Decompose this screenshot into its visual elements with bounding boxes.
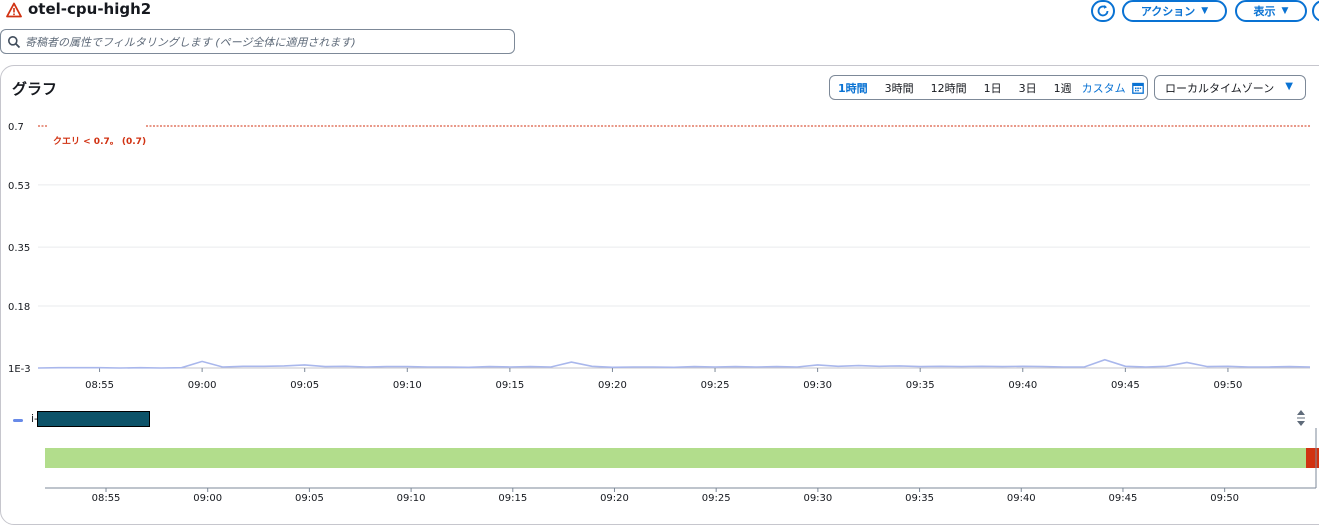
x-tick-label: 09:45 (1111, 380, 1140, 391)
timeline-tick-label: 09:25 (702, 493, 731, 504)
timeline-tick-label: 09:45 (1109, 493, 1138, 504)
x-tick-label: 08:55 (85, 380, 114, 391)
timeline-tick-label: 09:00 (193, 493, 222, 504)
x-tick-label: 09:10 (393, 380, 422, 391)
x-tick-label: 09:50 (1214, 380, 1243, 391)
timeline-tick-label: 09:35 (905, 493, 934, 504)
threshold-label: クエリ < 0.7。 (0.7) (53, 136, 146, 147)
alarm-state-band (1306, 448, 1319, 468)
y-tick-label: 0.7 (8, 122, 24, 133)
x-tick-label: 09:00 (188, 380, 217, 391)
x-tick-label: 09:30 (803, 380, 832, 391)
y-tick-label: 0.18 (8, 302, 30, 313)
y-tick-label: 1E-3 (8, 364, 31, 375)
timeline-tick-label: 09:40 (1007, 493, 1036, 504)
timeline-tick-label: 09:05 (295, 493, 324, 504)
legend-swatch (13, 419, 23, 422)
timeline-tick-label: 09:15 (498, 493, 527, 504)
timeline-tick-label: 09:10 (397, 493, 426, 504)
series-group (37, 358, 1311, 369)
threshold-group: クエリ < 0.7。 (0.7) (38, 125, 1310, 147)
x-tick-label: 09:15 (495, 380, 524, 391)
x-tick-label: 09:25 (701, 380, 730, 391)
y-tick-label: 0.35 (8, 243, 30, 254)
timeline-tick-label: 08:55 (92, 493, 121, 504)
y-tick-label: 0.53 (8, 181, 30, 192)
y-axis: 0.7 0.53 0.35 0.18 1E-3 (8, 122, 31, 375)
timeline-tick-label: 09:50 (1210, 493, 1239, 504)
x-tick-label: 09:40 (1008, 380, 1037, 391)
timeline-tick-label: 09:30 (803, 493, 832, 504)
metric-chart: 0.7 0.53 0.35 0.18 1E-3 08:55 09:00 09:05 09:10… (8, 122, 1319, 504)
redacted-instance-id (37, 411, 150, 427)
x-tick-label: 09:35 (906, 380, 935, 391)
chart-grid (38, 184, 1310, 369)
ok-state-band (45, 448, 1306, 468)
x-tick-label: 09:05 (290, 380, 319, 391)
sort-icon[interactable] (1295, 408, 1307, 428)
series-line (37, 358, 1311, 369)
x-axis: 08:55 09:00 09:05 09:10 09:15 09:20 09:25 09:30… (85, 368, 1242, 391)
timeline-tick-label: 09:20 (600, 493, 629, 504)
timeline-group (45, 428, 1319, 489)
timeline-axis: 08:55 09:00 09:05 09:10 09:15 09:20 09:25 09:30… (92, 488, 1239, 504)
x-tick-label: 09:20 (598, 380, 627, 391)
